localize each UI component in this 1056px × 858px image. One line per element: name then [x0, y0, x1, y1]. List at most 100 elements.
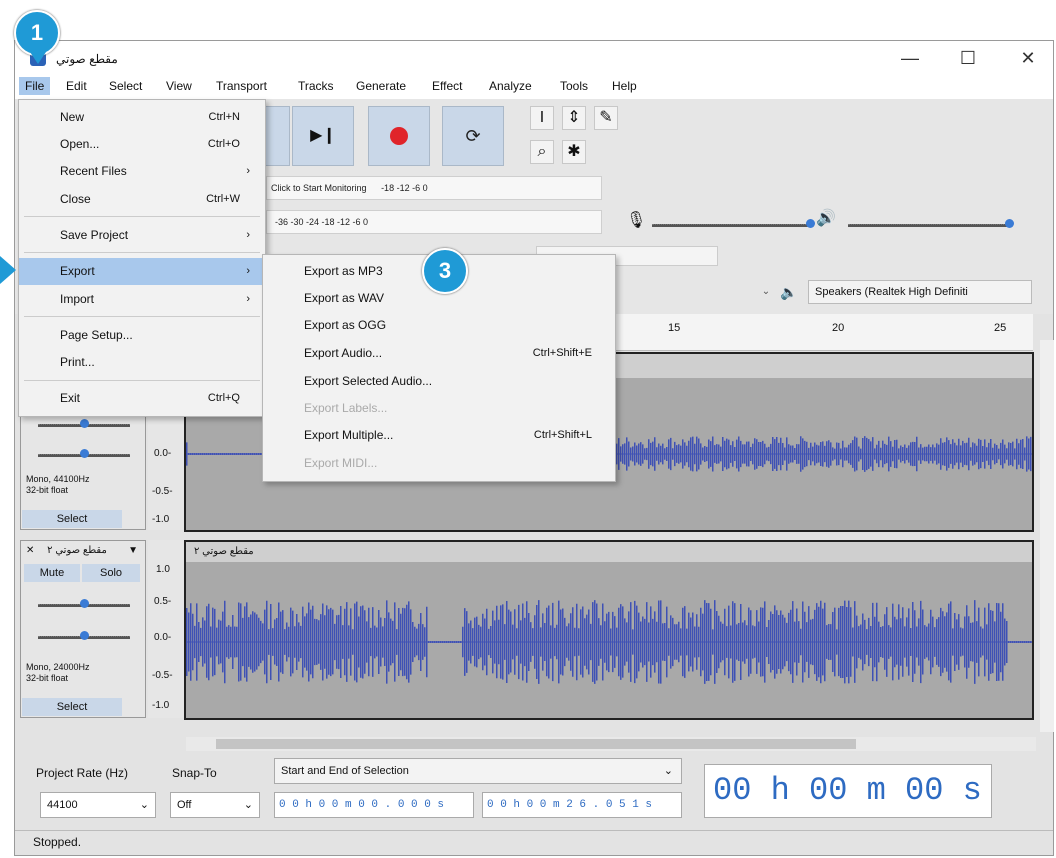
skip-end-button[interactable]: ▶❙ [292, 106, 354, 166]
track2-waveform-area[interactable]: مقطع صوتي ٢ [184, 540, 1034, 720]
multi-tool-icon[interactable]: ✱ [562, 140, 586, 164]
playback-volume-knob[interactable] [1005, 219, 1014, 228]
track2-close-icon[interactable]: ✕ [26, 545, 34, 556]
step-badge-3: 3 [422, 248, 468, 294]
file-menu-import[interactable]: Import › [60, 286, 250, 313]
record-button[interactable] [368, 106, 430, 166]
playback-meter-scale: -36 -30 -24 -18 -12 -6 0 [275, 217, 369, 227]
menu-select[interactable]: Select [109, 79, 142, 93]
menu-label: Print... [60, 355, 95, 369]
submenu-arrow-icon: › [246, 229, 250, 241]
menu-shortcut: Ctrl+Shift+E [532, 347, 592, 359]
menu-shortcut: Ctrl+Q [207, 392, 240, 404]
output-device-select[interactable]: Speakers (Realtek High Definiti [808, 280, 1032, 304]
file-menu-export[interactable]: Export › [60, 258, 250, 285]
snap-to-value: Off [177, 799, 192, 811]
file-menu-open[interactable]: Open... Ctrl+O [60, 131, 240, 158]
track2-solo-button[interactable]: Solo [82, 564, 140, 582]
menu-label: Export as MP3 [304, 264, 383, 278]
menu-generate[interactable]: Generate [356, 79, 406, 93]
export-labels: Export Labels... [304, 395, 592, 422]
track2-vertical-scale: 1.0 0.5- 0.0- -0.5- -1.0 [148, 540, 184, 718]
vertical-scrollbar[interactable] [1040, 340, 1054, 732]
file-menu-recent-files[interactable]: Recent Files › [60, 158, 250, 185]
audio-position-display[interactable]: 00 h 00 m 00 s [704, 764, 992, 818]
scale-label: 0.5- [154, 596, 172, 607]
project-rate-label: Project Rate (Hz) [36, 766, 129, 780]
track2-name: مقطع صوتي ٢ [47, 545, 107, 556]
record-meter[interactable]: Click to Start Monitoring -18 -12 -6 0 [266, 176, 602, 200]
file-menu-new[interactable]: New Ctrl+N [60, 104, 240, 131]
menu-label: Export Selected Audio... [304, 374, 433, 388]
track2-gain-knob[interactable] [80, 599, 89, 608]
export-multiple[interactable]: Export Multiple... Ctrl+Shift+L [304, 422, 592, 449]
zoom-tool-icon[interactable]: ⌕ [530, 140, 554, 164]
recording-volume-knob[interactable] [806, 219, 815, 228]
menu-separator [24, 252, 260, 253]
submenu-arrow-icon: › [246, 265, 250, 277]
snap-to-label: Snap-To [172, 766, 217, 780]
microphone-icon: 🎙 [626, 212, 647, 229]
track2-mute-button[interactable]: Mute [24, 564, 80, 582]
selection-start-time[interactable]: 0 0 h 0 0 m 0 0 . 0 0 0 s [274, 792, 474, 818]
export-as-ogg[interactable]: Export as OGG [304, 312, 592, 339]
playback-volume-slider[interactable] [848, 224, 1010, 227]
selection-end-time[interactable]: 0 0 h 0 0 m 2 6 . 0 5 1 s [482, 792, 682, 818]
track2-menu-arrow-icon[interactable]: ▼ [128, 542, 138, 560]
project-rate-value: 44100 [47, 799, 78, 811]
track2-clip-name[interactable]: مقطع صوتي ٢ [186, 542, 1032, 562]
file-menu-close[interactable]: Close Ctrl+W [60, 186, 240, 213]
menu-edit[interactable]: Edit [66, 79, 87, 93]
speaker-icon: 🔊 [816, 210, 836, 227]
file-menu-save-project[interactable]: Save Project › [60, 222, 250, 249]
maximize-button[interactable]: ☐ [948, 44, 988, 72]
menu-label: Export Audio... [304, 346, 383, 360]
scale-label: 0.0- [154, 448, 172, 459]
menu-tools[interactable]: Tools [560, 79, 588, 93]
status-text: Stopped. [33, 835, 82, 849]
track2-pan-knob[interactable] [80, 631, 89, 640]
track2-select-button[interactable]: Select [22, 698, 122, 716]
menu-label: Save Project [60, 228, 129, 242]
menu-label: Close [60, 192, 91, 206]
file-menu-page-setup[interactable]: Page Setup... [60, 322, 240, 349]
host-dropdown-arrow-icon[interactable]: ⌄ [756, 282, 776, 302]
record-icon [390, 127, 408, 145]
export-audio[interactable]: Export Audio... Ctrl+Shift+E [304, 340, 592, 367]
minimize-button[interactable]: — [890, 44, 930, 72]
export-midi: Export MIDI... [304, 450, 592, 477]
project-rate-select[interactable]: 44100 ⌄ [40, 792, 156, 818]
menu-effect[interactable]: Effect [432, 79, 462, 93]
chevron-down-icon: ⌄ [139, 799, 149, 811]
menu-view[interactable]: View [166, 79, 192, 93]
ruler-tick-label: 25 [994, 322, 1007, 334]
horizontal-scrollbar[interactable] [186, 737, 1036, 751]
step-badge-1: 1 [14, 10, 60, 56]
track2-name-bar[interactable]: ✕ مقطع صوتي ٢ ▼ [22, 542, 144, 560]
file-menu-exit[interactable]: Exit Ctrl+Q [60, 385, 240, 412]
menu-label: Export [60, 264, 95, 278]
menu-transport[interactable]: Transport [216, 79, 267, 93]
close-button[interactable]: ✕ [1008, 44, 1048, 72]
selection-mode-select[interactable]: Start and End of Selection ⌄ [274, 758, 682, 784]
menu-label: Export Labels... [304, 401, 388, 415]
chevron-down-icon: ⌄ [243, 799, 253, 811]
track1-pan-knob[interactable] [80, 449, 89, 458]
playback-meter[interactable]: -36 -30 -24 -18 -12 -6 0 [266, 210, 602, 234]
menu-analyze[interactable]: Analyze [489, 79, 532, 93]
track1-select-button[interactable]: Select [22, 510, 122, 528]
selection-tool-icon[interactable]: I [530, 106, 554, 130]
export-selected-audio[interactable]: Export Selected Audio... [304, 368, 592, 395]
file-menu-print[interactable]: Print... [60, 349, 240, 376]
menu-help[interactable]: Help [612, 79, 637, 93]
recording-volume-slider[interactable] [652, 224, 810, 227]
scale-label: -1.0 [152, 514, 170, 525]
envelope-tool-icon[interactable]: ⇕ [562, 106, 586, 130]
snap-to-select[interactable]: Off ⌄ [170, 792, 260, 818]
scrollbar-thumb[interactable] [216, 739, 856, 749]
menu-tracks[interactable]: Tracks [298, 79, 334, 93]
draw-tool-icon[interactable]: ✎ [594, 106, 618, 130]
track1-gain-knob[interactable] [80, 419, 89, 428]
loop-button[interactable]: ⟳ [442, 106, 504, 166]
menu-file[interactable]: File [19, 77, 51, 95]
